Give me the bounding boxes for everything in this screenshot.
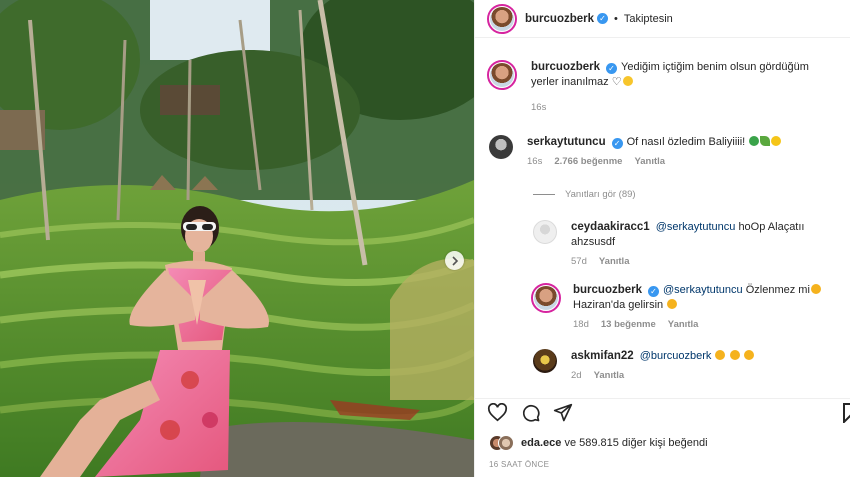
post-side-panel: burcuozberk ✓ • Takiptesin burcuozberk ✓ Y… [474, 0, 850, 477]
view-replies-button[interactable]: Yanıtları gör (89) [533, 189, 636, 200]
post-timestamp[interactable]: 16 SAAT ÖNCE [489, 460, 549, 469]
bookmark-icon [843, 403, 850, 425]
instagram-post-modal: burcuozberk ✓ • Takiptesin burcuozberk ✓ Y… [0, 0, 850, 477]
heart-outline-emoji-icon: ♡ [611, 76, 622, 88]
next-arrow-icon [451, 255, 458, 266]
reply-time[interactable]: 18d [573, 319, 589, 330]
comment-time[interactable]: 16s [527, 156, 542, 167]
replier-avatar[interactable] [533, 349, 557, 373]
comment-likes[interactable]: 2.766 beğenme [554, 156, 622, 167]
view-replies-label: Yanıtları gör (89) [565, 189, 636, 200]
comment-text: Of nasıl özledim Baliyiiii! [626, 136, 746, 148]
reply-text: Özlenmez mi [745, 284, 810, 296]
likes-count-text: ve 589.815 diğer kişi beğendi [564, 437, 708, 449]
reply-text-line2: Haziran'da gelirsin [573, 299, 664, 311]
author-avatar [490, 6, 514, 31]
separator-dot: • [614, 12, 618, 25]
reply-meta: 57d Yanıtla [571, 256, 821, 267]
heart-eyes-emoji-icon [729, 350, 740, 360]
reply-button[interactable]: Yanıtla [599, 256, 630, 267]
reply-time[interactable]: 2d [571, 370, 582, 381]
comment-item: serkaytutuncu ✓ Of nasıl özledim Baliyiiii… [489, 135, 839, 167]
replier-avatar-ring[interactable] [531, 283, 561, 313]
likes-summary[interactable]: eda.ece ve 589.815 diğer kişi beğendi [489, 435, 708, 451]
tongue-emoji-icon [667, 299, 678, 309]
like-button[interactable] [487, 402, 508, 425]
verified-badge-icon: ✓ [606, 63, 618, 74]
reply-item: burcuozberk ✓ @serkaytutuncu Özlenmez mi H… [531, 283, 841, 330]
reply-button[interactable]: Yanıtla [668, 319, 699, 330]
liker-avatar [498, 435, 514, 451]
follow-status[interactable]: Takiptesin [624, 13, 673, 25]
smile-emoji-icon [622, 76, 633, 86]
heart-eyes-emoji-icon [743, 350, 754, 360]
commenter-avatar[interactable] [489, 135, 513, 159]
caption-time[interactable]: 16s [531, 102, 546, 113]
reply-mention[interactable]: @burcuozberk [640, 350, 712, 362]
replier-avatar [534, 286, 558, 310]
verified-badge-icon: ✓ [597, 13, 609, 24]
reply-button[interactable]: Yanıtla [634, 156, 665, 167]
likers-avatars [489, 435, 515, 451]
reply-time[interactable]: 57d [571, 256, 587, 267]
post-photo[interactable] [0, 0, 474, 477]
share-button[interactable] [553, 403, 573, 426]
author-username[interactable]: burcuozberk [525, 13, 594, 25]
reply-mention[interactable]: @serkaytutuncu [656, 221, 736, 233]
save-button[interactable] [843, 403, 850, 426]
sun-emoji-icon [771, 136, 782, 146]
reply-mention[interactable]: @serkaytutuncu [663, 284, 743, 296]
post-caption: burcuozberk ✓ Yediğim içtiğim benim olsun … [487, 60, 837, 113]
replier-username[interactable]: askmifan22 [571, 350, 634, 362]
leaf-emoji-icon [760, 136, 771, 146]
clover-emoji-icon [749, 136, 760, 146]
verified-badge-icon: ✓ [648, 286, 660, 297]
reply-meta: 18d 13 beğenme Yanıtla [573, 319, 823, 330]
reply-item: ceydaakiracc1 @serkaytutuncu hoOp Alaçat… [533, 220, 843, 267]
replier-username[interactable]: ceydaakiracc1 [571, 221, 650, 233]
author-avatar-ring[interactable] [487, 3, 517, 34]
post-header: burcuozberk ✓ • Takiptesin [475, 0, 850, 38]
caption-avatar [490, 63, 514, 87]
reply-likes[interactable]: 13 beğenme [601, 319, 656, 330]
caption-meta: 16s [531, 102, 831, 113]
caption-username[interactable]: burcuozberk [531, 61, 600, 73]
heart-eyes-emoji-icon [810, 284, 821, 294]
reply-button[interactable]: Yanıtla [594, 370, 625, 381]
replier-avatar[interactable] [533, 220, 557, 244]
share-icon [553, 403, 573, 422]
replier-username[interactable]: burcuozberk [573, 284, 642, 296]
reply-item: askmifan22 @burcuozberk 2d Yanıtla [533, 349, 843, 381]
caption-avatar-ring[interactable] [487, 60, 517, 90]
replies-divider [533, 194, 555, 195]
liker-username[interactable]: eda.ece [521, 437, 561, 449]
comment-button[interactable] [521, 403, 541, 426]
comment-icon [522, 404, 540, 422]
heart-eyes-emoji-icon [715, 350, 726, 360]
comment-meta: 16s 2.766 beğenme Yanıtla [527, 156, 781, 167]
post-actions-bar [475, 398, 850, 426]
next-photo-button[interactable] [445, 251, 464, 270]
heart-icon [487, 402, 508, 422]
verified-badge-icon: ✓ [611, 138, 623, 149]
photo-jungle-rice-terrace [0, 0, 474, 477]
reply-meta: 2d Yanıtla [571, 370, 821, 381]
commenter-username[interactable]: serkaytutuncu [527, 136, 606, 148]
